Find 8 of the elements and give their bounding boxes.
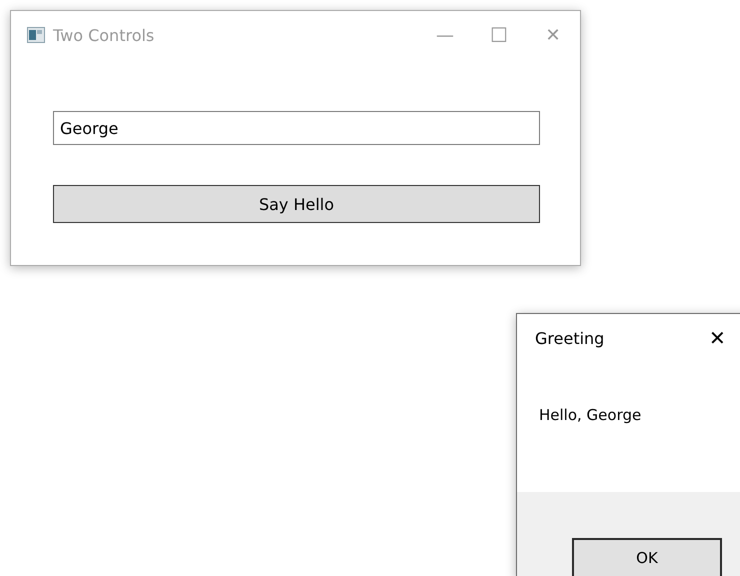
dialog-title: Greeting [535, 328, 606, 348]
ok-button[interactable]: OK [572, 538, 722, 576]
window-title: Two Controls [53, 26, 156, 44]
close-button[interactable]: ✕ [705, 314, 740, 362]
message-text: Hello, George [539, 406, 642, 424]
name-field[interactable]: George [53, 111, 540, 145]
say-hello-button[interactable]: Say Hello [53, 185, 540, 223]
window-icon [27, 27, 45, 43]
